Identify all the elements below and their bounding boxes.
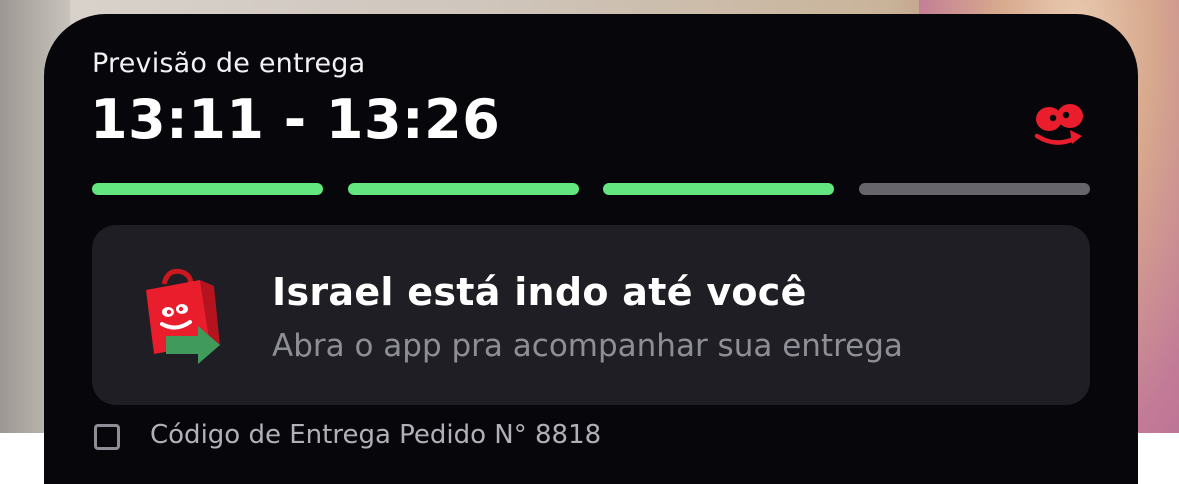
footer-text: Código de Entrega Pedido N° 8818 [150, 420, 602, 450]
eta-time-range: 13:11 - 13:26 [90, 88, 501, 151]
status-title: Israel está indo até você [272, 270, 807, 314]
footer-row: Código de Entrega Pedido N° 8818 [94, 420, 601, 454]
delivery-bag-icon [146, 268, 220, 364]
status-subtitle: Abra o app pra acompanhar sua entrega [272, 328, 903, 364]
delivery-progress-bar [92, 183, 1090, 195]
progress-step-1 [92, 183, 323, 195]
progress-step-2 [347, 183, 579, 195]
eta-label: Previsão de entrega [92, 48, 366, 79]
ifood-logo-icon [1034, 104, 1083, 145]
document-icon [94, 424, 120, 450]
delivery-status-box[interactable] [92, 225, 1090, 405]
progress-step-4 [858, 183, 1090, 195]
progress-step-3 [603, 183, 835, 195]
